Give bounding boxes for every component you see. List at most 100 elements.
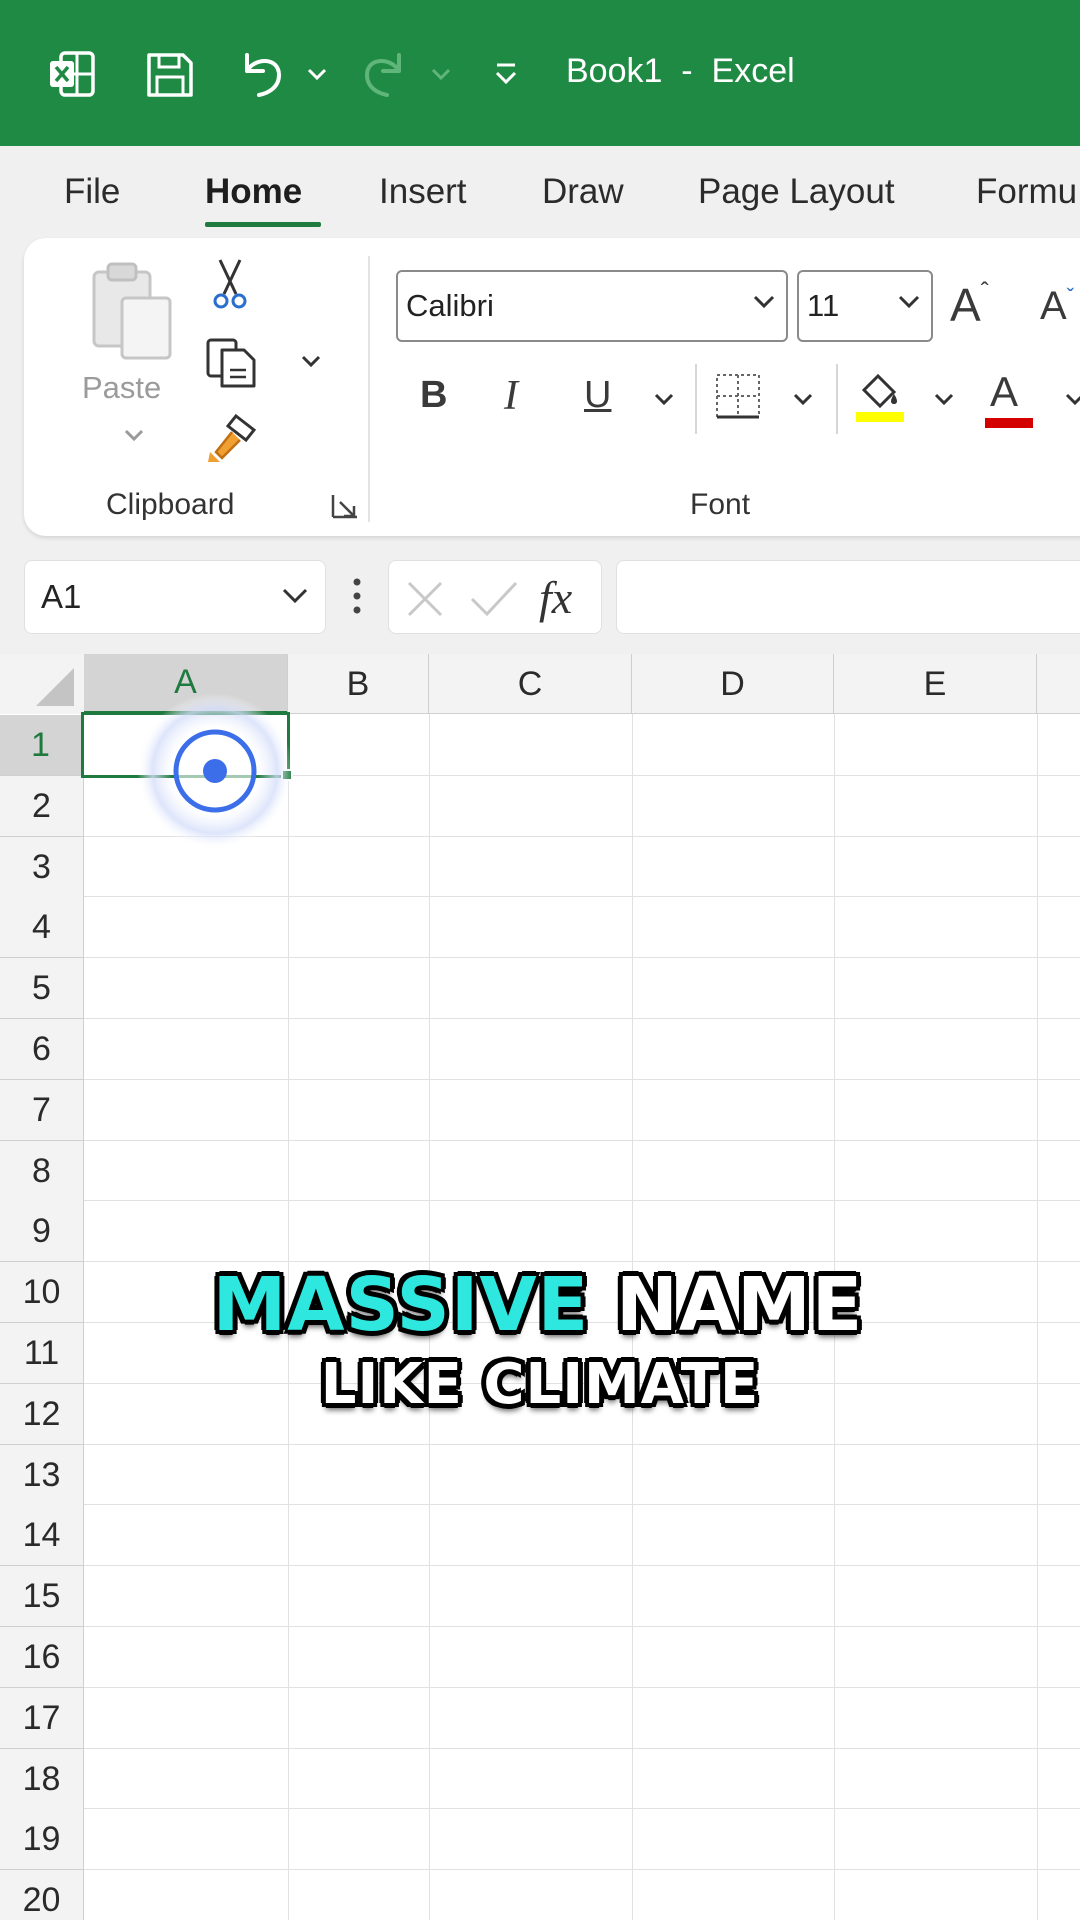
name-box[interactable]: A1 <box>24 560 326 634</box>
clipboard-dialog-launcher-icon[interactable] <box>330 492 360 525</box>
bold-button[interactable]: B <box>420 374 447 417</box>
window-title: Book1 - Excel <box>566 52 795 90</box>
enter-check-icon[interactable] <box>469 579 519 619</box>
ribbon-panel: Paste Clipboard Calibri 11 Aˆ Aˇ B I U A… <box>24 238 1080 536</box>
grow-font-glyph: A <box>950 279 981 331</box>
separator <box>836 364 838 434</box>
column-header-d[interactable]: D <box>632 654 834 714</box>
formula-buttons: fx <box>388 560 602 634</box>
row-gridline <box>84 1504 1080 1505</box>
row-header-3[interactable]: 3 <box>0 837 84 898</box>
separator <box>695 364 697 434</box>
row-gridline <box>84 1687 1080 1688</box>
font-size-value: 11 <box>807 288 840 323</box>
row-header-9[interactable]: 9 <box>0 1201 84 1262</box>
chevron-down-icon <box>898 295 920 309</box>
column-header-f[interactable] <box>1037 654 1080 714</box>
row-gridline <box>84 957 1080 958</box>
caption-line-2: LIKE CLIMATE <box>320 1352 760 1417</box>
ribbon-tabs: File Home Insert Draw Page Layout Formu <box>0 146 1080 236</box>
undo-icon[interactable] <box>232 40 292 108</box>
excel-logo-icon <box>40 40 104 108</box>
font-group-label: Font <box>690 488 751 521</box>
cancel-icon[interactable] <box>405 579 445 619</box>
row-header-7[interactable]: 7 <box>0 1080 84 1141</box>
shrink-font-button[interactable]: Aˇ <box>1040 284 1074 329</box>
formula-input[interactable] <box>616 560 1080 634</box>
row-header-17[interactable]: 17 <box>0 1688 84 1749</box>
tab-draw[interactable]: Draw <box>542 172 624 212</box>
select-all-corner[interactable] <box>0 654 84 714</box>
redo-icon <box>354 40 414 108</box>
shrink-font-glyph: A <box>1040 284 1067 328</box>
column-header-e[interactable]: E <box>834 654 1037 714</box>
tab-home[interactable]: Home <box>205 172 302 212</box>
column-header-c[interactable]: C <box>429 654 632 714</box>
fill-color-dropdown-icon[interactable] <box>933 392 955 411</box>
tab-insert[interactable]: Insert <box>379 172 467 212</box>
font-color-dropdown-icon[interactable] <box>1064 392 1080 411</box>
tab-page-layout[interactable]: Page Layout <box>698 172 895 212</box>
row-header-8[interactable]: 8 <box>0 1141 84 1202</box>
borders-dropdown-icon[interactable] <box>792 392 814 411</box>
grow-font-button[interactable]: Aˆ <box>950 278 989 332</box>
font-color-button[interactable]: A <box>990 368 1018 416</box>
row-header-14[interactable]: 14 <box>0 1505 84 1566</box>
copy-icon[interactable] <box>206 338 258 393</box>
cut-icon[interactable] <box>210 258 250 315</box>
chevron-down-icon <box>282 588 308 604</box>
insert-function-button[interactable]: fx <box>539 571 572 624</box>
font-name-value: Calibri <box>406 288 494 323</box>
row-header-2[interactable]: 2 <box>0 776 84 837</box>
more-vertical-icon[interactable] <box>351 576 363 621</box>
row-header-5[interactable]: 5 <box>0 958 84 1019</box>
row-gridline <box>84 1808 1080 1809</box>
underline-button[interactable]: U <box>584 374 611 417</box>
name-box-value: A1 <box>41 578 82 615</box>
row-header-4[interactable]: 4 <box>0 897 84 958</box>
font-color-swatch <box>985 418 1033 428</box>
row-gridline <box>84 1626 1080 1627</box>
row-header-1[interactable]: 1 <box>0 715 84 776</box>
borders-icon[interactable] <box>714 372 762 425</box>
row-gridline <box>84 1565 1080 1566</box>
copy-dropdown-icon[interactable] <box>300 354 322 373</box>
column-header-b[interactable]: B <box>288 654 429 714</box>
tap-indicator-icon <box>137 693 293 849</box>
select-all-triangle-icon <box>36 668 74 706</box>
caption-line-1: MASSIVE NAME <box>0 1262 1078 1348</box>
underline-dropdown-icon[interactable] <box>653 392 675 411</box>
row-gridline <box>84 1869 1080 1870</box>
paste-icon[interactable] <box>90 260 176 369</box>
title-bar: Book1 - Excel <box>0 0 1080 146</box>
font-name-select[interactable]: Calibri <box>396 270 788 342</box>
row-gridline <box>84 1444 1080 1445</box>
row-gridline <box>84 1140 1080 1141</box>
row-header-20[interactable]: 20 <box>0 1870 84 1920</box>
chevron-down-icon <box>753 295 775 309</box>
row-header-15[interactable]: 15 <box>0 1566 84 1627</box>
row-gridline <box>84 1200 1080 1201</box>
italic-button[interactable]: I <box>504 372 518 420</box>
paste-button-label[interactable]: Paste <box>82 370 161 406</box>
row-header-6[interactable]: 6 <box>0 1019 84 1080</box>
font-size-select[interactable]: 11 <box>797 270 933 342</box>
row-header-16[interactable]: 16 <box>0 1627 84 1688</box>
row-header-19[interactable]: 19 <box>0 1809 84 1870</box>
customize-quick-access-icon[interactable] <box>486 40 526 108</box>
row-gridline <box>84 1018 1080 1019</box>
paste-dropdown-icon[interactable] <box>123 428 145 447</box>
undo-dropdown-icon[interactable] <box>302 40 332 108</box>
tab-formulas[interactable]: Formu <box>976 172 1077 212</box>
active-tab-underline <box>205 222 321 227</box>
save-icon[interactable] <box>138 40 202 108</box>
fill-color-icon[interactable] <box>854 368 906 429</box>
tab-file[interactable]: File <box>64 172 120 212</box>
caption-highlight-word: MASSIVE <box>212 1262 590 1348</box>
format-painter-icon[interactable] <box>206 412 260 469</box>
row-header-18[interactable]: 18 <box>0 1749 84 1810</box>
row-gridline <box>84 896 1080 897</box>
clipboard-group-label: Clipboard <box>106 488 235 521</box>
caption-rest: NAME <box>589 1262 864 1348</box>
row-header-13[interactable]: 13 <box>0 1445 84 1506</box>
